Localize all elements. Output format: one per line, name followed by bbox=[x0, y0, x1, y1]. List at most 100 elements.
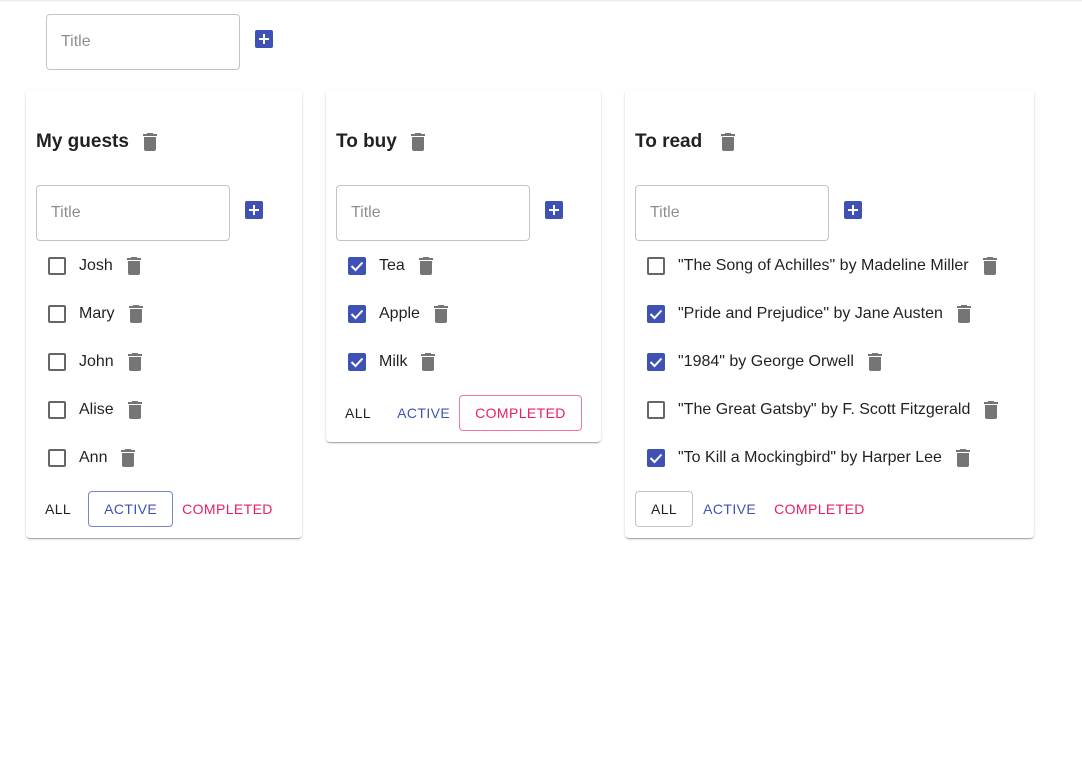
trash-icon bbox=[956, 305, 971, 323]
task-list: Tea Apple Milk bbox=[336, 242, 448, 386]
task-item: Apple bbox=[336, 290, 448, 338]
delete-task-button[interactable] bbox=[127, 353, 142, 371]
delete-task-button[interactable] bbox=[421, 353, 436, 371]
filter-all-button[interactable]: ALL bbox=[36, 491, 80, 527]
new-item-title-input[interactable] bbox=[37, 186, 229, 240]
task-label: John bbox=[79, 353, 114, 370]
add-box-icon bbox=[545, 201, 563, 219]
task-checkbox[interactable] bbox=[647, 257, 665, 275]
task-label: Tea bbox=[379, 257, 405, 274]
delete-task-button[interactable] bbox=[867, 353, 882, 371]
add-box-icon bbox=[245, 201, 263, 219]
card-title: To read bbox=[635, 131, 703, 152]
delete-task-button[interactable] bbox=[955, 449, 970, 467]
card-header: To read bbox=[625, 130, 736, 154]
task-label: Mary bbox=[79, 305, 115, 322]
task-item: "The Great Gatsby" by F. Scott Fitzgeral… bbox=[635, 386, 999, 434]
trash-icon bbox=[126, 257, 141, 275]
check-box-icon bbox=[647, 305, 665, 323]
filter-buttons: ALL ACTIVE COMPLETED bbox=[635, 491, 874, 527]
task-checkbox[interactable] bbox=[48, 257, 66, 275]
card-title: My guests bbox=[36, 131, 129, 152]
task-checkbox[interactable] bbox=[48, 401, 66, 419]
filter-buttons: ALL ACTIVE COMPLETED bbox=[336, 395, 582, 431]
todolist-card-to-buy: To buy Tea Apple Milk ALL ACTIVE COMPLET… bbox=[326, 90, 601, 442]
check-box-icon bbox=[647, 353, 665, 371]
task-item: Ann bbox=[36, 434, 143, 482]
task-checkbox[interactable] bbox=[48, 449, 66, 467]
trash-icon bbox=[128, 305, 143, 323]
trash-icon bbox=[867, 353, 882, 371]
task-label: "The Song of Achilles" by Madeline Mille… bbox=[678, 257, 969, 274]
add-item-button[interactable] bbox=[245, 201, 263, 219]
delete-task-button[interactable] bbox=[433, 305, 448, 323]
delete-task-button[interactable] bbox=[956, 305, 971, 323]
filter-all-button[interactable]: ALL bbox=[635, 491, 694, 527]
delete-task-button[interactable] bbox=[127, 401, 142, 419]
new-item-title-field[interactable] bbox=[36, 185, 230, 241]
new-item-title-input[interactable] bbox=[337, 186, 529, 240]
task-label: Josh bbox=[79, 257, 113, 274]
task-label: Alise bbox=[79, 401, 114, 418]
task-item: John bbox=[36, 338, 143, 386]
filter-all-button[interactable]: ALL bbox=[336, 395, 380, 431]
delete-task-button[interactable] bbox=[418, 257, 433, 275]
trash-icon bbox=[982, 257, 997, 275]
filter-completed-button[interactable]: COMPLETED bbox=[765, 491, 874, 527]
delete-list-button[interactable] bbox=[721, 133, 736, 151]
new-item-title-field[interactable] bbox=[635, 185, 829, 241]
add-item-button[interactable] bbox=[844, 201, 862, 219]
trash-icon bbox=[127, 353, 142, 371]
filter-completed-button[interactable]: COMPLETED bbox=[459, 395, 582, 431]
task-label: Apple bbox=[379, 305, 420, 322]
filter-completed-button[interactable]: COMPLETED bbox=[173, 491, 282, 527]
task-item: Josh bbox=[36, 242, 143, 290]
delete-task-button[interactable] bbox=[128, 305, 143, 323]
delete-list-button[interactable] bbox=[410, 133, 425, 151]
filter-active-button[interactable]: ACTIVE bbox=[388, 395, 459, 431]
add-list-button[interactable] bbox=[255, 30, 273, 48]
task-checkbox[interactable] bbox=[48, 353, 66, 371]
add-box-icon bbox=[844, 201, 862, 219]
check-box-icon bbox=[348, 353, 366, 371]
add-box-icon bbox=[255, 30, 273, 48]
delete-task-button[interactable] bbox=[121, 449, 136, 467]
filter-buttons: ALL ACTIVE COMPLETED bbox=[36, 491, 282, 527]
check-box-icon bbox=[348, 305, 366, 323]
trash-icon bbox=[418, 257, 433, 275]
task-item: Milk bbox=[336, 338, 448, 386]
trash-icon bbox=[955, 449, 970, 467]
new-list-title-input[interactable] bbox=[47, 15, 239, 69]
task-checkbox[interactable] bbox=[48, 305, 66, 323]
add-item-button[interactable] bbox=[545, 201, 563, 219]
task-checkbox[interactable] bbox=[348, 353, 366, 371]
filter-active-button[interactable]: ACTIVE bbox=[694, 491, 765, 527]
task-checkbox[interactable] bbox=[348, 257, 366, 275]
delete-task-button[interactable] bbox=[984, 401, 999, 419]
task-label: "The Great Gatsby" by F. Scott Fitzgeral… bbox=[678, 401, 971, 418]
delete-task-button[interactable] bbox=[982, 257, 997, 275]
trash-icon bbox=[410, 133, 425, 151]
card-header: To buy bbox=[326, 130, 425, 154]
task-checkbox[interactable] bbox=[647, 305, 665, 323]
card-header: My guests bbox=[26, 130, 157, 154]
task-item: "Pride and Prejudice" by Jane Austen bbox=[635, 290, 998, 338]
task-checkbox[interactable] bbox=[647, 353, 665, 371]
task-checkbox[interactable] bbox=[647, 401, 665, 419]
delete-list-button[interactable] bbox=[142, 133, 157, 151]
check-box-icon bbox=[647, 449, 665, 467]
task-item: Mary bbox=[36, 290, 143, 338]
trash-icon bbox=[121, 449, 136, 467]
new-item-title-input[interactable] bbox=[636, 186, 828, 240]
task-checkbox[interactable] bbox=[647, 449, 665, 467]
task-label: "1984" by George Orwell bbox=[678, 353, 854, 370]
new-item-title-field[interactable] bbox=[336, 185, 530, 241]
delete-task-button[interactable] bbox=[126, 257, 141, 275]
task-label: Ann bbox=[79, 449, 108, 466]
task-item: "To Kill a Mockingbird" by Harper Lee bbox=[635, 434, 998, 482]
trash-icon bbox=[984, 401, 999, 419]
task-checkbox[interactable] bbox=[348, 305, 366, 323]
todolist-card-to-read: To read "The Song of Achilles" by Madeli… bbox=[625, 90, 1034, 538]
filter-active-button[interactable]: ACTIVE bbox=[88, 491, 174, 527]
new-list-title-field[interactable] bbox=[46, 14, 240, 70]
